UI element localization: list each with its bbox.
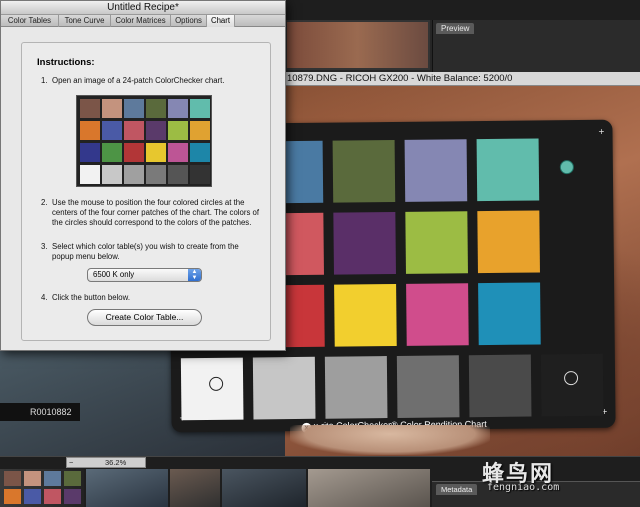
mini-chart-patch (102, 121, 122, 140)
image-info-bar: 10879.DNG - RICOH GX200 - White Balance:… (285, 72, 640, 86)
corner-marker-bottom-left[interactable] (209, 376, 224, 391)
mini-chart-patch (124, 165, 144, 184)
filmstrip-chart-patch (24, 489, 41, 504)
step-number: 4. (41, 293, 48, 302)
mini-chart-patch (190, 99, 210, 118)
create-color-table-button[interactable]: Create Color Table... (87, 309, 202, 326)
mini-chart-patch (168, 99, 188, 118)
filmstrip-thumb[interactable] (86, 469, 168, 507)
checker-patch (540, 353, 604, 417)
filmstrip-chart-patch (64, 471, 81, 486)
checker-patch (396, 355, 460, 418)
tab-color-matrices[interactable]: Color Matrices (111, 15, 171, 27)
image-info-text: 10879.DNG - RICOH GX200 - White Balance:… (287, 73, 513, 84)
mini-chart-patch (80, 99, 100, 118)
filmstrip-chart-patch (4, 471, 21, 486)
corner-marker-top-right[interactable] (559, 160, 574, 175)
mini-chart-patch (102, 143, 122, 162)
mini-chart-patch (190, 121, 210, 140)
step-2: 2. Use the mouse to position the four co… (41, 198, 271, 240)
step-text: Use the mouse to position the four color… (52, 198, 260, 227)
mini-chart-patch (190, 143, 210, 162)
mini-chart-patch (146, 99, 166, 118)
metadata-tab[interactable]: Metadata (436, 484, 478, 495)
popup-value: 6500 K only (93, 270, 135, 279)
filmstrip-chart-patch (24, 471, 41, 486)
hand-holding-chart (290, 425, 490, 455)
filmstrip-thumb[interactable] (308, 469, 430, 507)
checker-patch (477, 210, 540, 274)
colorchecker-diagram (76, 95, 212, 187)
filmstrip-thumb[interactable] (0, 469, 84, 507)
zoom-out-icon[interactable]: − (69, 458, 73, 467)
filmstrip-chart-patch (4, 489, 21, 504)
instructions-title: Instructions: (37, 57, 95, 68)
filmstrip-chart-patch (44, 471, 61, 486)
recipe-window: Untitled Recipe* Color Tables Tone Curve… (0, 0, 286, 351)
filmstrip-chart-patch (44, 489, 61, 504)
tab-options[interactable]: Options (171, 15, 207, 27)
checker-patch (332, 139, 396, 203)
mini-chart-patch (124, 99, 144, 118)
mini-chart-patch (146, 165, 166, 184)
checker-patch (468, 354, 532, 418)
checker-patch (404, 139, 468, 202)
tab-chart[interactable]: Chart (207, 15, 235, 27)
filmstrip-chart-patch (64, 489, 81, 504)
checker-patch (252, 356, 316, 420)
checker-patch (478, 282, 541, 346)
popup-arrows-icon: ▲ ▼ (188, 269, 201, 281)
mini-chart-patch (124, 121, 144, 140)
screen: Preview 10879.DNG - RICOH GX200 - White … (0, 0, 640, 507)
color-table-popup[interactable]: 6500 K only ▲ ▼ (87, 268, 202, 282)
step-text: Click the button below. (52, 293, 131, 302)
mini-chart-patch (80, 165, 100, 184)
window-title: Untitled Recipe* (107, 2, 179, 13)
step-number: 3. (41, 242, 48, 251)
step-4: 4. Click the button below. (41, 293, 271, 305)
watermark-url: fengniao.com (487, 482, 560, 493)
filmstrip-thumb[interactable] (222, 469, 306, 507)
preview-tab[interactable]: Preview (436, 23, 475, 34)
mini-chart-patch (168, 121, 188, 140)
step-1: 1. Open an image of a 24-patch ColorChec… (41, 76, 271, 88)
step-number: 2. (41, 198, 48, 207)
checker-patch (476, 138, 540, 202)
step-text: Open an image of a 24-patch ColorChecker… (52, 76, 225, 85)
step-number: 1. (41, 76, 48, 85)
mini-chart-patch (146, 143, 166, 162)
toolbar-background (285, 0, 640, 20)
step-text: Select which color table(s) you wish to … (52, 242, 239, 261)
mini-chart-patch (190, 165, 210, 184)
checker-patch (324, 356, 388, 419)
checker-patch (406, 283, 469, 346)
crop-corner-top-right[interactable]: + (598, 127, 604, 138)
filmstrip-thumb[interactable] (170, 469, 220, 507)
corner-marker-bottom-right[interactable] (564, 371, 579, 386)
mini-chart-patch (80, 121, 100, 140)
window-titlebar[interactable]: Untitled Recipe* (1, 1, 285, 15)
checker-patch (333, 211, 396, 275)
step-3: 3. Select which color table(s) you wish … (41, 242, 271, 264)
checker-patch (405, 211, 468, 274)
mini-chart-patch (102, 99, 122, 118)
zoom-control[interactable]: − 36.2% (66, 457, 146, 468)
mini-chart-patch (80, 143, 100, 162)
mini-chart-patch (146, 121, 166, 140)
mini-chart-patch (168, 165, 188, 184)
thumbnail-label: R0010882 (0, 403, 80, 421)
mini-chart-patch (124, 143, 144, 162)
checker-patch (334, 283, 397, 347)
tab-bar: Color Tables Tone Curve Color Matrices O… (1, 15, 285, 27)
thumbnail-top-frame (285, 20, 430, 70)
mini-chart-patch (102, 165, 122, 184)
tab-tone-curve[interactable]: Tone Curve (59, 15, 111, 27)
mini-chart-patch (168, 143, 188, 162)
tab-color-tables[interactable]: Color Tables (1, 15, 59, 27)
zoom-level: 36.2% (105, 458, 127, 467)
